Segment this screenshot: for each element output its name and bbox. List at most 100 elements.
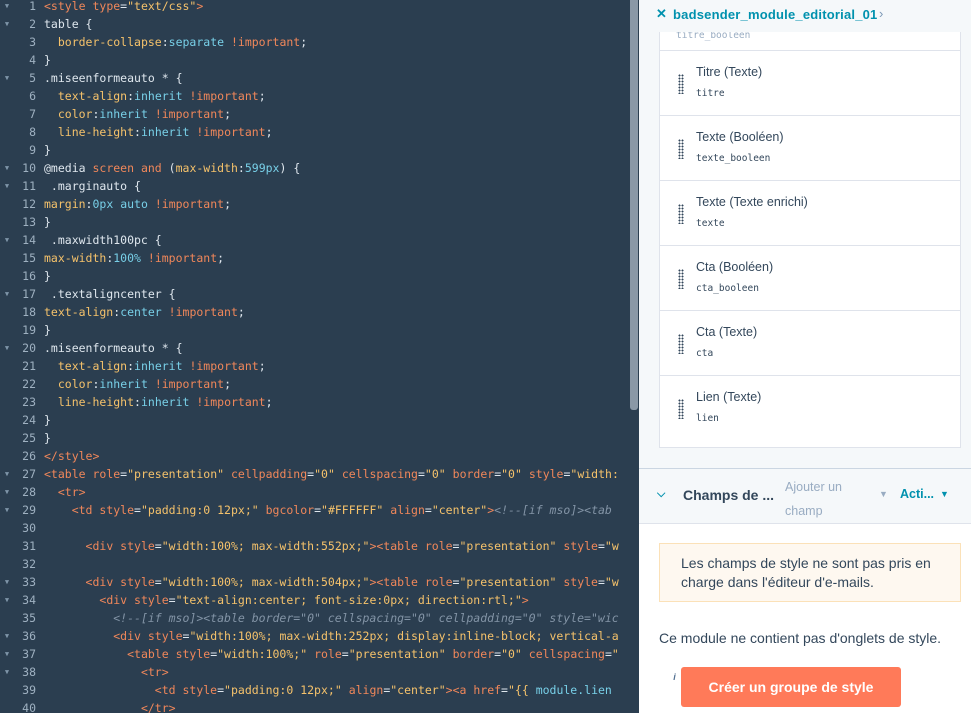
line-code[interactable]: } <box>44 411 51 429</box>
field-row[interactable]: Texte (Booléen) texte_booleen <box>660 115 960 181</box>
code-line[interactable]: 40 </tr> <box>0 699 629 713</box>
drag-handle-icon[interactable] <box>678 204 684 224</box>
line-code[interactable]: text-align:center !important; <box>44 303 245 321</box>
line-code[interactable]: color:inherit !important; <box>44 105 231 123</box>
code-line[interactable]: ▼ 38 <tr> <box>0 663 629 681</box>
code-line[interactable]: 23 line-height:inherit !important; <box>0 393 629 411</box>
fold-toggle-icon[interactable]: ▼ <box>3 0 11 15</box>
code-line[interactable]: ▼ 27 <table role="presentation" cellpaddin… <box>0 465 629 483</box>
code-line[interactable]: ▼ 17 .textaligncenter { <box>0 285 629 303</box>
code-line[interactable]: ▼ 2 table { <box>0 15 629 33</box>
code-line[interactable]: 18 text-align:center !important; <box>0 303 629 321</box>
drag-handle-icon[interactable] <box>678 139 684 159</box>
fold-toggle-icon[interactable]: ▼ <box>3 231 11 249</box>
field-row[interactable]: Cta (Booléen) cta_booleen <box>660 245 960 311</box>
code-line[interactable]: 24} <box>0 411 629 429</box>
fold-toggle-icon[interactable]: ▼ <box>3 501 11 519</box>
line-code[interactable]: <!--[if mso]><table border="0" cellspaci… <box>44 609 618 627</box>
line-code[interactable]: <div style="width:100%; max-width:504px;… <box>44 573 619 591</box>
fold-toggle-icon[interactable]: ▼ <box>3 645 11 663</box>
fold-toggle-icon[interactable]: ▼ <box>3 177 11 195</box>
line-code[interactable]: } <box>44 267 51 285</box>
code-line[interactable]: 4} <box>0 51 629 69</box>
code-line[interactable]: 15 max-width:100% !important; <box>0 249 629 267</box>
line-code[interactable]: line-height:inherit !important; <box>44 393 273 411</box>
fold-toggle-icon[interactable]: ▼ <box>3 15 11 33</box>
code-line[interactable]: 19} <box>0 321 629 339</box>
code-line[interactable]: 13} <box>0 213 629 231</box>
line-code[interactable]: max-width:100% !important; <box>44 249 224 267</box>
code-line[interactable]: 39 <td style="padding:0 12px;" align="ce… <box>0 681 629 699</box>
fold-toggle-icon[interactable]: ▼ <box>3 69 11 87</box>
line-code[interactable]: line-height:inherit !important; <box>44 123 273 141</box>
line-code[interactable]: <div style="width:100%; max-width:252px;… <box>44 627 618 645</box>
style-fields-section-header[interactable]: ⌵ Champs de ... Ajouter un champ ▼ Acti.… <box>639 469 971 524</box>
field-row[interactable]: Cta (Texte) cta <box>660 310 960 376</box>
fold-toggle-icon[interactable]: ▼ <box>3 465 11 483</box>
code-line[interactable]: 6 text-align:inherit !important; <box>0 87 629 105</box>
line-code[interactable]: <td style="padding:0 12px;" bgcolor="#FF… <box>44 501 612 519</box>
editor-scrollbar[interactable] <box>630 0 638 410</box>
code-line[interactable]: 16} <box>0 267 629 285</box>
code-line[interactable]: 35 <!--[if mso]><table border="0" cellsp… <box>0 609 629 627</box>
code-line[interactable]: ▼ 11 .marginauto { <box>0 177 629 195</box>
caret-down-icon[interactable]: ▼ <box>879 489 888 499</box>
code-line[interactable]: ▼ 29 <td style="padding:0 12px;" bgcolor=… <box>0 501 629 519</box>
style-fields-title[interactable]: Champs de ... <box>683 487 774 503</box>
line-code[interactable]: <tr> <box>44 483 86 501</box>
line-code[interactable]: border-collapse:separate !important; <box>44 33 307 51</box>
actions-dropdown[interactable]: Acti... <box>900 487 934 501</box>
line-code[interactable]: <div style="width:100%; max-width:552px;… <box>44 537 619 555</box>
code-line[interactable]: 12 margin:0px auto !important; <box>0 195 629 213</box>
line-code[interactable]: } <box>44 213 51 231</box>
code-line[interactable]: 26 </style> <box>0 447 629 465</box>
line-code[interactable]: <table style="width:100%;" role="present… <box>44 645 619 663</box>
code-line[interactable]: 7 color:inherit !important; <box>0 105 629 123</box>
line-code[interactable]: <div style="text-align:center; font-size… <box>44 591 528 609</box>
line-code[interactable]: </style> <box>44 447 99 465</box>
line-code[interactable]: .marginauto { <box>44 177 141 195</box>
fold-toggle-icon[interactable]: ▼ <box>3 573 11 591</box>
code-lines[interactable]: ▼ 1 <style type="text/css"> ▼ 2 table {3 bord… <box>0 0 629 713</box>
code-line[interactable]: ▼ 14 .maxwidth100pc { <box>0 231 629 249</box>
fold-toggle-icon[interactable]: ▼ <box>3 663 11 681</box>
code-line[interactable]: ▼ 33 <div style="width:100%; max-width:50… <box>0 573 629 591</box>
line-code[interactable]: } <box>44 321 51 339</box>
fold-toggle-icon[interactable]: ▼ <box>3 483 11 501</box>
field-row[interactable]: Titre (Texte) titre <box>660 50 960 116</box>
fold-toggle-icon[interactable]: ▼ <box>3 339 11 357</box>
code-line[interactable]: ▼ 34 <div style="text-align:center; font-… <box>0 591 629 609</box>
drag-handle-icon[interactable] <box>678 334 684 354</box>
code-line[interactable]: 8 line-height:inherit !important; <box>0 123 629 141</box>
line-code[interactable]: .miseenformeauto * { <box>44 69 183 87</box>
code-line[interactable]: 3 border-collapse:separate !important; <box>0 33 629 51</box>
code-line[interactable]: 32 <box>0 555 629 573</box>
field-row[interactable]: Texte (Texte enrichi) texte <box>660 180 960 246</box>
line-code[interactable]: } <box>44 429 51 447</box>
line-code[interactable]: </tr> <box>44 699 176 713</box>
line-code[interactable]: .maxwidth100pc { <box>44 231 162 249</box>
code-line[interactable]: 31 <div style="width:100%; max-width:552… <box>0 537 629 555</box>
line-code[interactable]: margin:0px auto !important; <box>44 195 231 213</box>
line-code[interactable]: table { <box>44 15 92 33</box>
drag-handle-icon[interactable] <box>678 269 684 289</box>
field-row[interactable]: Lien (Texte) lien <box>660 375 960 441</box>
chevron-down-icon[interactable]: ⌵ <box>657 488 665 501</box>
line-code[interactable]: color:inherit !important; <box>44 375 231 393</box>
add-field-dropdown[interactable]: Ajouter un champ <box>785 475 875 523</box>
fold-toggle-icon[interactable]: ▼ <box>3 159 11 177</box>
line-code[interactable]: @media screen and (max-width:599px) { <box>44 159 300 177</box>
drag-handle-icon[interactable] <box>678 399 684 419</box>
drag-handle-icon[interactable] <box>678 74 684 94</box>
code-line[interactable]: 9} <box>0 141 629 159</box>
create-style-group-button[interactable]: Créer un groupe de style <box>681 667 901 707</box>
code-line[interactable]: 21 text-align:inherit !important; <box>0 357 629 375</box>
code-line[interactable]: ▼ 36 <div style="width:100%; max-width:25… <box>0 627 629 645</box>
module-breadcrumb[interactable]: ✕ badsender_module_editorial_01 › <box>639 0 971 32</box>
code-line[interactable]: ▼ 5 .miseenformeauto * { <box>0 69 629 87</box>
line-code[interactable]: <tr> <box>44 663 169 681</box>
line-code[interactable]: <table role="presentation" cellpadding="… <box>44 465 619 483</box>
code-editor[interactable]: ▼ 1 <style type="text/css"> ▼ 2 table {3 bord… <box>0 0 639 713</box>
fold-toggle-icon[interactable]: ▼ <box>3 285 11 303</box>
line-code[interactable]: text-align:inherit !important; <box>44 357 266 375</box>
